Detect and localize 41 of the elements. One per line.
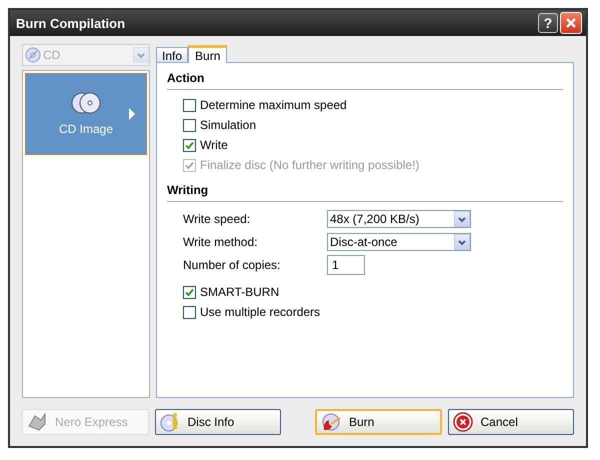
disc-icon <box>25 47 41 63</box>
checkbox-label: Use multiple recorders <box>200 305 320 319</box>
dialog-button[interactable]: Burn <box>315 409 442 435</box>
checkbox-label: Write <box>200 138 228 152</box>
dropdown[interactable]: 48x (7,200 KB/s) <box>327 210 471 228</box>
item-label: CD Image <box>58 122 114 136</box>
cancel-icon <box>452 412 472 432</box>
dropdown-value: Disc-at-once <box>330 234 398 248</box>
checkbox-label: Finalize disc (No further writing possible!) <box>200 158 420 172</box>
dropdown-value: 48x (7,200 KB/s) <box>330 212 420 226</box>
window-title: Burn Compilation <box>16 16 126 30</box>
checkbox[interactable] <box>183 118 196 132</box>
section-heading: Writing <box>167 183 210 199</box>
number-field[interactable]: 1 <box>327 254 365 274</box>
disc-info-icon <box>160 412 180 432</box>
checkbox-label: SMART-BURN <box>200 285 280 299</box>
tab[interactable]: Burn <box>188 45 228 63</box>
field-label: Write method: <box>183 234 258 248</box>
dialog-button[interactable]: Disc Info <box>154 409 281 435</box>
discs-icon <box>71 92 101 114</box>
recorder-value: CD <box>43 48 62 62</box>
checkbox[interactable] <box>183 98 196 112</box>
help-button[interactable]: ? <box>538 13 558 33</box>
flame-disc-icon <box>321 412 341 432</box>
dialog-button[interactable]: Cancel <box>448 409 574 435</box>
checkbox[interactable] <box>183 138 196 152</box>
arrow-icon <box>128 108 136 120</box>
field-label: Number of copies: <box>183 258 282 272</box>
field-label: Write speed: <box>183 212 252 226</box>
wing-icon <box>27 412 47 432</box>
tab[interactable]: Info <box>156 47 188 62</box>
close-icon <box>565 17 577 29</box>
dropdown[interactable]: Disc-at-once <box>327 232 471 250</box>
dropdown-button[interactable] <box>454 234 470 250</box>
checkbox-label: Determine maximum speed <box>200 98 347 112</box>
checkbox[interactable] <box>183 306 196 318</box>
checkbox-label: Simulation <box>200 118 256 132</box>
section-heading: Action <box>167 71 206 87</box>
close-button[interactable] <box>560 12 582 34</box>
dropdown-button[interactable] <box>454 210 470 226</box>
checkbox[interactable] <box>183 286 196 298</box>
